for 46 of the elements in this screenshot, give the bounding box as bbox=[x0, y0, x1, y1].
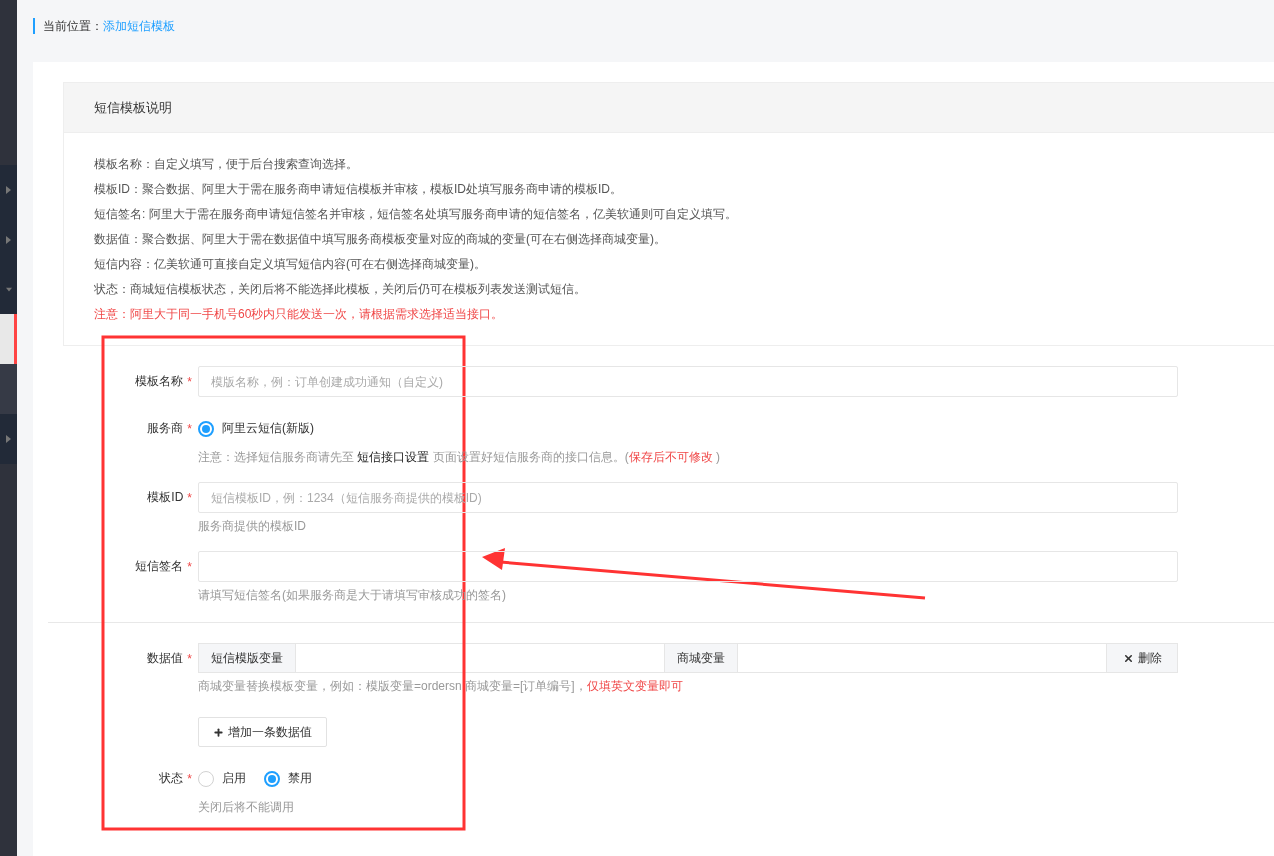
info-text: 状态：商城短信模板状态，关闭后将不能选择此模板，关闭后仍可在模板列表发送测试短信。 bbox=[94, 281, 587, 298]
info-text: 短信签名: 阿里大于需在服务商申请短信签名并审核，短信签名处填写服务商申请的短信签名，亿美软通则可自定义填写。 bbox=[94, 206, 738, 223]
add-data-button[interactable]: 增加一条数据值 bbox=[198, 717, 327, 747]
settings-link[interactable]: 短信接口设置 bbox=[357, 450, 430, 464]
required-mark: * bbox=[187, 490, 192, 505]
info-text: 数据值：聚合数据、阿里大于需在数据值中填写服务商模板变量对应的商城的变量(可在右侧选择商城变量)。 bbox=[94, 231, 667, 248]
addon-label: 短信模版变量 bbox=[198, 643, 296, 673]
required-mark: * bbox=[187, 374, 192, 389]
field-label: 服务商 bbox=[147, 420, 184, 437]
addon-label: 商城变量 bbox=[664, 643, 738, 673]
breadcrumb-label: 当前位置： bbox=[43, 17, 103, 35]
field-label: 数据值 bbox=[147, 650, 184, 667]
required-mark: * bbox=[187, 421, 192, 436]
plus-icon bbox=[213, 726, 224, 738]
radio-option[interactable]: 阿里云短信(新版) bbox=[198, 420, 314, 437]
info-text: 模板名称：自定义填写，便于后台搜索查询选择。 bbox=[94, 156, 359, 173]
hint-text: 服务商提供的模板ID bbox=[198, 519, 306, 533]
close-icon bbox=[1122, 652, 1134, 664]
text-input-field[interactable] bbox=[198, 551, 1178, 582]
sidebar-item[interactable] bbox=[0, 414, 17, 464]
hint-text: 关闭后将不能调用 bbox=[198, 800, 294, 814]
info-text: 注意：阿里大于同一手机号60秒内只能发送一次，请根据需求选择适当接口。 bbox=[94, 306, 505, 323]
required-mark: * bbox=[187, 651, 192, 666]
variable-input-field[interactable] bbox=[738, 643, 1106, 673]
radio-icon[interactable] bbox=[198, 420, 214, 437]
variable-input-field[interactable] bbox=[296, 643, 664, 673]
required-mark: * bbox=[187, 771, 192, 786]
delete-button[interactable]: 删除 bbox=[1106, 643, 1178, 673]
panel-title: 短信模板说明 bbox=[64, 83, 1274, 133]
warning-text: 仅填英文变量即可 bbox=[586, 679, 683, 693]
hint-text: ) bbox=[715, 450, 721, 464]
field-label: 模板名称 bbox=[135, 373, 184, 390]
required-mark: * bbox=[187, 559, 192, 574]
radio-option[interactable]: 启用 bbox=[198, 770, 246, 787]
hint-text: 注意：选择短信服务商请先至 bbox=[198, 450, 355, 464]
text-input-field[interactable]: 模版名称，例：订单创建成功通知（自定义) bbox=[198, 366, 1178, 397]
warning-text: 保存后不可修改 bbox=[628, 450, 713, 464]
field-label: 短信签名 bbox=[135, 558, 184, 575]
field-label: 状态 bbox=[159, 770, 184, 787]
sidebar-item[interactable] bbox=[0, 314, 17, 364]
field-label: 模板ID bbox=[147, 489, 184, 506]
info-text: 短信内容：亿美软通可直接自定义填写短信内容(可在右侧选择商城变量)。 bbox=[94, 256, 487, 273]
radio-option[interactable]: 禁用 bbox=[264, 770, 312, 787]
radio-icon[interactable] bbox=[264, 770, 280, 787]
sidebar-item[interactable] bbox=[0, 165, 17, 215]
info-text: 模板ID：聚合数据、阿里大于需在服务商申请短信模板并审核，模板ID处填写服务商申请的模板ID。 bbox=[94, 181, 623, 198]
